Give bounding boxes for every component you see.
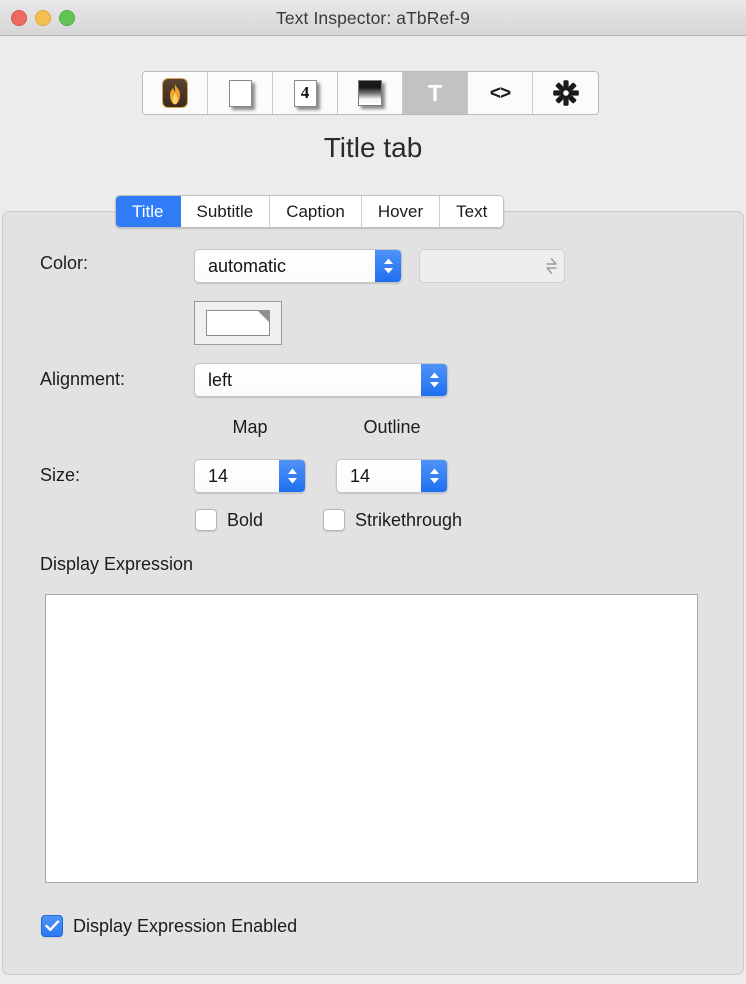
tab-bar: Title Subtitle Caption Hover Text: [115, 195, 504, 228]
display-expression-textarea[interactable]: [45, 594, 698, 883]
display-expression-label: Display Expression: [40, 554, 193, 575]
toolbar-button-flame[interactable]: [143, 72, 208, 114]
alignment-popup[interactable]: left: [194, 363, 448, 397]
chevron-down-icon: [546, 267, 557, 274]
display-expression-enabled-row[interactable]: Display Expression Enabled: [41, 915, 297, 937]
inspector-toolbar: 4 T <>: [142, 71, 599, 115]
strikethrough-checkbox[interactable]: [323, 509, 345, 531]
toolbar-button-settings[interactable]: [533, 72, 598, 114]
toolbar-button-text[interactable]: T: [403, 72, 468, 114]
page-number-icon: 4: [294, 80, 317, 107]
color-label: Color:: [40, 253, 88, 274]
tab-title[interactable]: Title: [116, 196, 181, 227]
color-popup-value: automatic: [195, 256, 375, 277]
panel-title: Title tab: [0, 132, 746, 164]
text-icon: T: [428, 82, 442, 105]
tab-hover[interactable]: Hover: [362, 196, 440, 227]
page-icon: [229, 80, 252, 107]
text-inspector-window: Text Inspector: aTbRef-9 4 T: [0, 0, 746, 984]
alignment-popup-stepper-icon: [421, 364, 447, 396]
gear-icon: [552, 79, 580, 107]
tab-caption[interactable]: Caption: [270, 196, 362, 227]
column-header-map: Map: [194, 417, 306, 438]
strikethrough-label: Strikethrough: [355, 510, 462, 531]
tab-subtitle[interactable]: Subtitle: [181, 196, 271, 227]
size-map-value: 14: [195, 466, 279, 487]
chevron-down-icon: [429, 477, 440, 484]
code-icon: <>: [490, 84, 510, 103]
color-popup-stepper-icon: [375, 250, 401, 282]
color-well[interactable]: [194, 301, 282, 345]
bold-checkbox[interactable]: [195, 509, 217, 531]
toolbar-button-page[interactable]: [208, 72, 273, 114]
bold-checkbox-row[interactable]: Bold: [195, 509, 263, 531]
column-header-outline: Outline: [334, 417, 450, 438]
size-outline-popup[interactable]: 14: [336, 459, 448, 493]
size-map-popup[interactable]: 14: [194, 459, 306, 493]
page-number-label: 4: [295, 81, 316, 106]
display-expression-enabled-checkbox[interactable]: [41, 915, 63, 937]
chevron-up-icon: [429, 468, 440, 475]
window-title: Text Inspector: aTbRef-9: [0, 0, 746, 36]
chevron-down-icon: [429, 381, 440, 388]
color-swatch: [206, 310, 270, 336]
bold-label: Bold: [227, 510, 263, 531]
chevron-up-icon: [546, 258, 557, 265]
size-map-stepper-icon: [279, 460, 305, 492]
flame-icon: [162, 78, 188, 108]
color-popup[interactable]: automatic: [194, 249, 402, 283]
display-expression-enabled-label: Display Expression Enabled: [73, 916, 297, 937]
chevron-up-icon: [287, 468, 298, 475]
strikethrough-checkbox-row[interactable]: Strikethrough: [323, 509, 462, 531]
chevron-up-icon: [429, 372, 440, 379]
size-outline-value: 14: [337, 466, 421, 487]
window-titlebar: Text Inspector: aTbRef-9: [0, 0, 746, 36]
chevron-down-icon: [287, 477, 298, 484]
alignment-popup-value: left: [195, 370, 421, 391]
chevron-down-icon: [383, 267, 394, 274]
tab-text[interactable]: Text: [440, 196, 503, 227]
alignment-label: Alignment:: [40, 369, 125, 390]
toolbar-button-code[interactable]: <>: [468, 72, 533, 114]
chevron-up-icon: [383, 258, 394, 265]
toolbar-button-layers[interactable]: [338, 72, 403, 114]
color-secondary-stepper-icon: [538, 250, 564, 282]
color-secondary-popup[interactable]: [419, 249, 565, 283]
flame-glyph: [168, 84, 183, 105]
folded-corner-icon: [257, 310, 270, 323]
size-outline-stepper-icon: [421, 460, 447, 492]
checkmark-icon: [45, 920, 60, 932]
toolbar-button-page-number[interactable]: 4: [273, 72, 338, 114]
layers-icon: [358, 80, 382, 106]
size-label: Size:: [40, 465, 80, 486]
